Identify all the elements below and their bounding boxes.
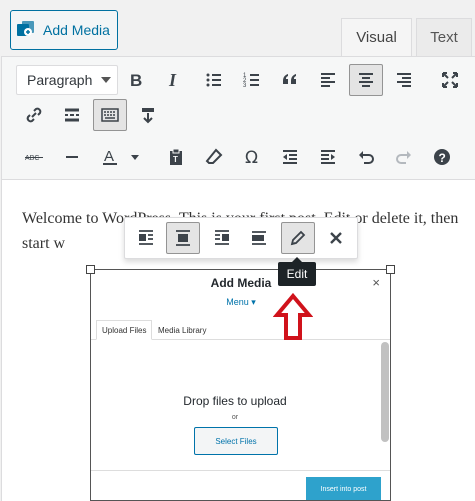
read-more-icon — [65, 108, 79, 122]
read-more-button[interactable] — [55, 99, 89, 131]
modal-title: Add Media — [210, 276, 272, 290]
indent-button[interactable] — [311, 141, 345, 173]
svg-text:B: B — [130, 71, 142, 90]
toolbar-toggle-icon — [101, 108, 119, 122]
numbered-list-button[interactable]: 123 — [235, 64, 269, 96]
add-media-icon — [11, 11, 41, 49]
image-no-align-button[interactable] — [242, 222, 276, 254]
svg-text:3: 3 — [243, 83, 247, 89]
modal-menu: Menu ▾ — [226, 297, 256, 307]
insert-below-button[interactable] — [131, 99, 165, 131]
image-align-left-button[interactable] — [129, 222, 163, 254]
fullscreen-icon — [442, 72, 458, 88]
image-toolbar — [124, 217, 358, 259]
svg-text:Ω: Ω — [245, 148, 258, 167]
fullscreen-button[interactable] — [433, 64, 467, 96]
strikethrough-button[interactable]: ABC — [17, 141, 51, 173]
paste-text-button[interactable]: T — [159, 141, 193, 173]
bold-icon: B — [130, 71, 142, 90]
svg-text:I: I — [168, 70, 177, 90]
text-color-button[interactable]: A — [93, 141, 127, 173]
numbered-list-icon: 123 — [243, 73, 259, 89]
indent-icon — [321, 150, 335, 164]
svg-text:T: T — [173, 155, 178, 164]
help-button[interactable]: ? — [425, 141, 459, 173]
align-left-button[interactable] — [311, 64, 345, 96]
resize-handle-top-right[interactable] — [386, 265, 395, 274]
edit-tooltip: Edit — [278, 257, 316, 286]
bulleted-list-button[interactable] — [197, 64, 231, 96]
image-edit-button[interactable] — [281, 222, 315, 254]
strikethrough-icon: ABC — [25, 155, 43, 162]
help-icon: ? — [434, 149, 450, 165]
insert-below-icon — [142, 108, 154, 124]
drop-text: Drop files to upload — [183, 394, 287, 408]
outdent-icon — [283, 150, 297, 164]
modal-scrollbar — [381, 342, 389, 442]
text-color-dropdown[interactable] — [125, 141, 145, 173]
svg-text:?: ? — [439, 151, 446, 165]
horizontal-line-icon — [66, 156, 78, 158]
bold-button[interactable]: B — [119, 64, 153, 96]
outdent-button[interactable] — [273, 141, 307, 173]
link-icon — [26, 107, 42, 123]
modal-tab-upload: Upload Files — [96, 320, 153, 340]
special-character-button[interactable]: Ω — [235, 141, 269, 173]
toolbar-toggle-button[interactable] — [93, 99, 127, 131]
red-arrow-icon — [273, 293, 313, 340]
image-align-right-button[interactable] — [205, 222, 239, 254]
modal-tab-library: Media Library — [158, 325, 207, 335]
link-button[interactable] — [17, 99, 51, 131]
italic-icon: I — [168, 70, 177, 90]
select-files-button: Select Files — [194, 427, 278, 455]
image-align-center-button[interactable] — [166, 222, 200, 254]
paste-text-icon: T — [170, 148, 182, 165]
chevron-down-icon — [101, 77, 111, 83]
redo-button[interactable] — [387, 141, 421, 173]
or-text: or — [231, 414, 239, 421]
clear-formatting-icon — [205, 148, 223, 164]
clear-formatting-button[interactable] — [197, 141, 231, 173]
remove-icon — [330, 232, 342, 244]
blockquote-icon — [283, 74, 296, 84]
text-color-icon: A — [103, 148, 117, 165]
redo-icon — [396, 151, 411, 164]
italic-button[interactable]: I — [157, 64, 191, 96]
align-center-icon — [176, 230, 190, 246]
svg-text:A: A — [104, 148, 114, 165]
tab-text[interactable]: Text — [416, 18, 472, 56]
align-right-icon — [397, 73, 411, 87]
chevron-down-icon — [131, 154, 139, 160]
tab-visual[interactable]: Visual — [341, 18, 412, 56]
resize-handle-top-left[interactable] — [86, 265, 95, 274]
add-media-button[interactable]: Add Media — [10, 10, 118, 50]
edit-pencil-icon — [290, 230, 306, 246]
embedded-image[interactable]: Add Media × Menu ▾ Upload Files Media Li… — [90, 269, 391, 501]
align-center-icon — [359, 73, 373, 87]
bulleted-list-icon — [206, 73, 221, 87]
modal-tabs: Upload Files Media Library — [91, 320, 390, 340]
format-select-value: Paragraph — [27, 72, 93, 88]
insert-into-post-button: Insert into post — [306, 477, 381, 500]
special-character-icon: Ω — [245, 148, 258, 167]
align-left-icon — [139, 230, 153, 245]
image-remove-button[interactable] — [319, 222, 353, 254]
undo-icon — [359, 151, 374, 164]
align-right-icon — [215, 230, 229, 245]
format-select[interactable]: Paragraph — [16, 65, 118, 95]
horizontal-line-button[interactable] — [55, 141, 89, 173]
undo-button[interactable] — [349, 141, 383, 173]
close-icon: × — [372, 275, 380, 290]
align-left-icon — [321, 73, 335, 87]
blockquote-button[interactable] — [273, 64, 307, 96]
svg-text:ABC: ABC — [25, 155, 39, 162]
add-media-label: Add Media — [43, 22, 110, 38]
align-right-button[interactable] — [387, 64, 421, 96]
align-center-button[interactable] — [349, 64, 383, 96]
no-align-icon — [252, 231, 266, 245]
